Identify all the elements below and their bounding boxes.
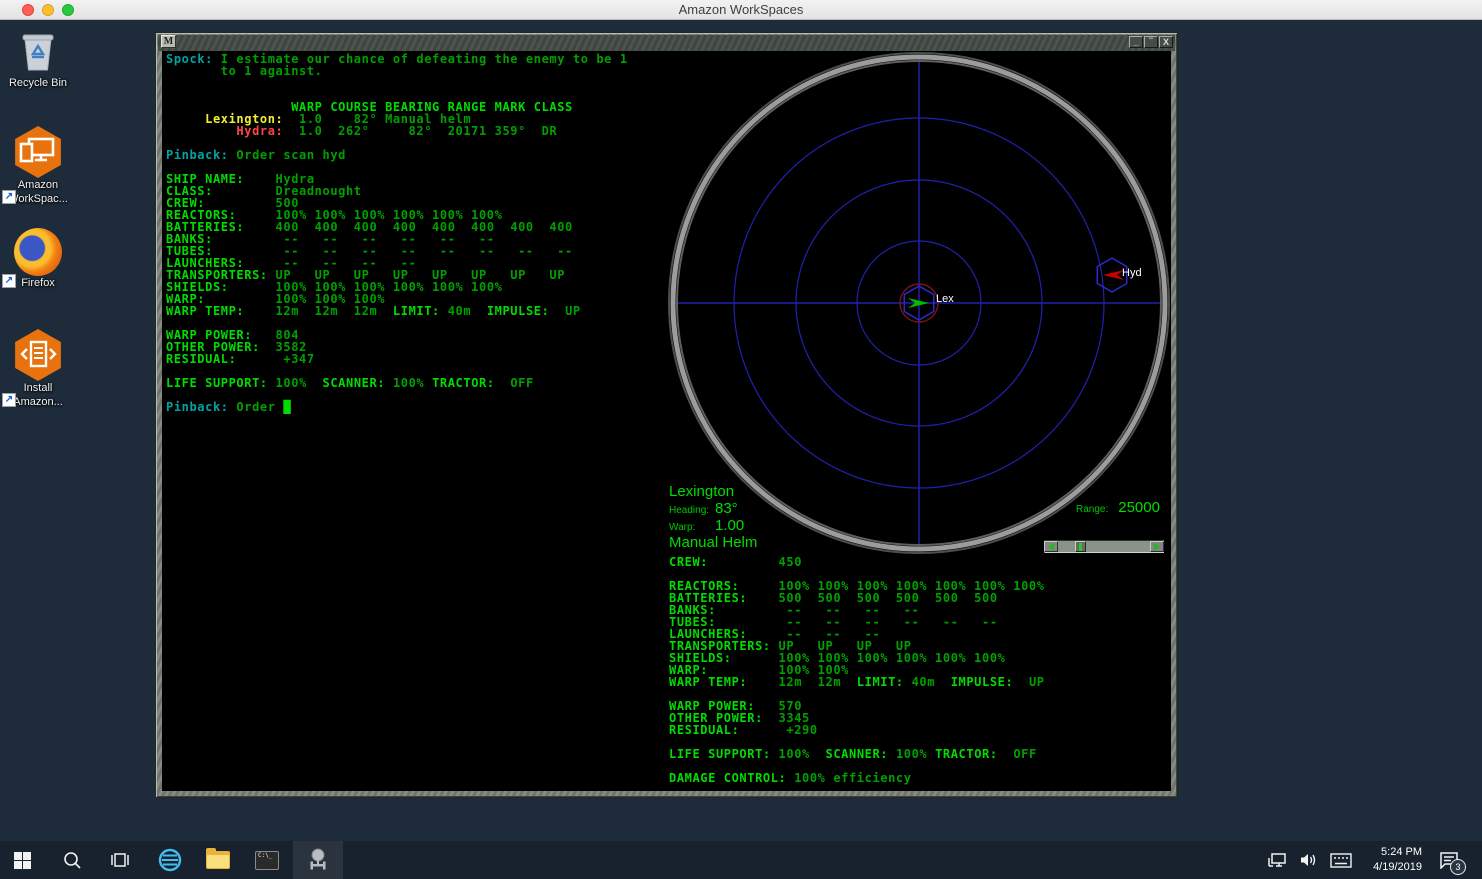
taskbar-clock[interactable]: 5:24 PM 4/19/2019 — [1356, 845, 1422, 875]
scanner-range-readout: Range: 25000 — [1076, 499, 1160, 516]
ega-trek-taskbar-button[interactable] — [293, 841, 343, 879]
game-window-titlebar[interactable] — [158, 35, 1175, 51]
own-ship-status-terminal: CREW: 450 REACTORS: 100% 100% 100% 100% … — [669, 556, 1045, 784]
task-view-button[interactable] — [98, 841, 142, 879]
range-increase-button[interactable] — [1150, 541, 1164, 552]
range-value: 25000 — [1118, 499, 1160, 516]
install-package-icon — [12, 329, 64, 381]
heading-value: 83° — [715, 500, 738, 517]
volume-tray-icon[interactable] — [1296, 841, 1322, 879]
shortcut-arrow-icon: ↗ — [2, 190, 16, 204]
desktop-icon-install-amazon[interactable]: ↗ Install Amazon... — [0, 329, 76, 409]
heading-label: Heading: — [669, 505, 715, 516]
workspaces-icon — [12, 126, 64, 178]
range-slider[interactable] — [1044, 540, 1164, 553]
start-button[interactable] — [0, 841, 44, 879]
search-icon — [63, 851, 81, 869]
ega-trek-game-window: M _ ‾ X Spock: I estimate our chance of … — [155, 32, 1178, 798]
range-slider-thumb[interactable] — [1075, 541, 1086, 552]
task-view-icon — [110, 852, 130, 868]
file-explorer-button[interactable] — [196, 841, 240, 879]
internet-explorer-button[interactable] — [148, 841, 192, 879]
internet-explorer-icon — [157, 847, 183, 873]
recycle-bin-icon — [14, 28, 62, 76]
windows-logo-icon — [14, 852, 31, 869]
range-label: Range: — [1076, 504, 1108, 515]
macos-titlebar: Amazon WorkSpaces — [0, 0, 1482, 20]
maximize-button[interactable]: ‾ — [1144, 36, 1158, 48]
date: 4/19/2019 — [1356, 860, 1422, 875]
own-ship-name: Lexington — [669, 483, 757, 500]
starship-icon — [306, 848, 330, 872]
file-explorer-icon — [206, 851, 230, 869]
notification-count-badge: 3 — [1450, 859, 1466, 875]
left-arrow-icon — [1048, 543, 1054, 551]
desktop-icon-firefox[interactable]: ↗ Firefox — [0, 228, 76, 290]
desktop-icon-amazon-workspaces[interactable]: ↗ Amazon WorkSpac... — [0, 126, 76, 206]
close-button[interactable]: X — [1159, 36, 1173, 48]
window-title: Amazon WorkSpaces — [0, 2, 1482, 17]
helm-mode: Manual Helm — [669, 534, 757, 551]
command-prompt-icon: C:\_ — [255, 851, 279, 870]
right-arrow-icon — [1154, 543, 1160, 551]
search-button[interactable] — [50, 841, 94, 879]
shortcut-arrow-icon: ↗ — [2, 274, 16, 288]
main-terminal: Spock: I estimate our chance of defeatin… — [166, 53, 628, 413]
time: 5:24 PM — [1356, 845, 1422, 860]
network-tray-icon[interactable] — [1264, 841, 1290, 879]
shortcut-arrow-icon: ↗ — [2, 393, 16, 407]
warp-label: Warp: — [669, 522, 715, 533]
touch-keyboard-tray-icon[interactable] — [1328, 841, 1354, 879]
minimize-button[interactable]: _ — [1129, 36, 1143, 48]
desktop-icon-recycle-bin[interactable]: Recycle Bin — [0, 28, 76, 90]
command-prompt-button[interactable]: C:\_ — [245, 841, 289, 879]
firefox-icon — [14, 228, 62, 276]
range-decrease-button[interactable] — [1044, 541, 1058, 552]
window-menu-button[interactable]: M — [161, 35, 176, 48]
desktop: Recycle Bin ↗ Amazon WorkSpac... ↗ Firef… — [0, 20, 1482, 841]
desktop-icon-label: Recycle Bin — [0, 76, 76, 90]
own-ship-readout: Lexington Heading: 83° Warp: 1.00 Manual… — [669, 483, 757, 551]
warp-value: 1.00 — [715, 517, 744, 534]
windows-taskbar: C:\_ 5:24 PM 4/19/2019 — [0, 841, 1482, 879]
